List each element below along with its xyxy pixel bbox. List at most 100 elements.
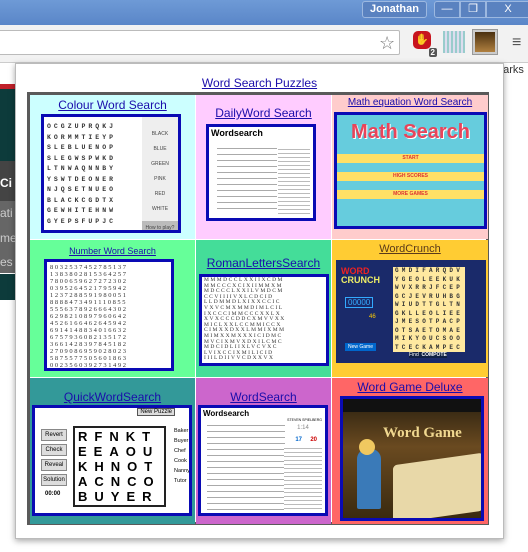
puzzle-link[interactable]: RomanLettersSearch (196, 256, 331, 270)
grid-row: GKLLEOLIEE (395, 309, 464, 317)
word-list-item: BLACK (151, 131, 169, 137)
puzzle-cell: Word Game Deluxe Word Game (332, 378, 488, 524)
grid-row: BUYER (78, 489, 159, 504)
grid-row: 6298210897960642 (50, 313, 128, 320)
grid-row: 2709086959028023 (50, 348, 128, 355)
puzzle-link[interactable]: DailyWord Search (196, 106, 331, 120)
grid-row: MIKYOUCSOO (395, 335, 464, 342)
puzzle-cell: QuickWordSearch New Puzzle Revert Check Re… (30, 378, 195, 524)
puzzle-link[interactable]: WordCrunch (332, 243, 488, 255)
wordcrunch-logo: CRUNCH (341, 275, 380, 285)
puzzle-thumbnail[interactable]: Word Game (340, 396, 484, 521)
grid-row: WIUDTTGLTN (395, 301, 464, 308)
grid-row: IIILDIIVVCDXXVX (204, 355, 275, 362)
solution-button[interactable]: Solution (41, 474, 67, 486)
word-list-item: RED (154, 191, 166, 197)
grid-row: 3661428397845182 (50, 341, 128, 348)
points-display: 46 (369, 314, 376, 320)
grid-row: GMDIFARQDV (395, 267, 464, 274)
word-list-item: GREEN (151, 161, 169, 167)
letter-grid[interactable]: GMDIFARQDV YGEOLEEKUK WVXRRJFCEP GCJEVRUHBG… (393, 267, 466, 352)
grid-row: WVXRRJFCEP (395, 284, 464, 291)
puzzle-cell: WordCrunch WORD CRUNCH 00000 46 New Game… (332, 240, 488, 377)
restore-button[interactable]: ❐ (460, 1, 486, 18)
word-list-item: PINK (154, 176, 166, 182)
grid-row: 8032537452785137 (50, 264, 128, 271)
grid-row: EEAOU (78, 444, 160, 459)
puzzle-link[interactable]: Math equation Word Search (332, 97, 488, 108)
thumb-heading: Wordsearch (211, 128, 263, 138)
reveal-button[interactable]: Reveal (41, 459, 67, 471)
grid-row: YGEOLEEKUK (395, 275, 464, 283)
address-bar[interactable]: ☆ (0, 30, 400, 55)
find-label: Find (409, 352, 419, 358)
left-count: 20 (310, 437, 317, 443)
puzzle-link[interactable]: QuickWordSearch (30, 390, 195, 404)
puzzle-thumbnail[interactable]: MMMDCCLXXIIXCDM MMCCCXCIXIIMMXM MDCCCLXXIL… (199, 274, 329, 366)
page-bg-header (0, 89, 15, 161)
new-game-button[interactable]: New Game (345, 343, 377, 351)
word-puzzles-extension-icon[interactable] (472, 29, 498, 55)
puzzle-thumbnail[interactable]: Wordsearch (206, 124, 316, 221)
page-bg-footer (0, 274, 15, 300)
grid-row: RFNKT (78, 429, 158, 444)
word-list-item: Tutor (174, 478, 187, 484)
grid-row: 6914148834016632 (50, 327, 128, 334)
grid-row: GCJEVRUHBG (395, 292, 464, 300)
word-list-item: Nanny (174, 468, 190, 474)
puzzle-cell: Colour Word Search OCGZUPRQKJ KORMMTIEYP S… (30, 95, 195, 239)
bookmark-star-icon[interactable]: ☆ (379, 33, 395, 54)
grid-row: ACNCO (78, 474, 161, 489)
start-menu[interactable]: START (337, 154, 484, 163)
puzzle-thumbnail[interactable]: Math Search START HIGH SCORES MORE GAMES (334, 112, 487, 229)
puzzle-link[interactable]: Number Word Search (30, 246, 195, 256)
close-button[interactable]: X (486, 1, 528, 18)
puzzle-thumbnail[interactable]: Wordsearch STEVEN SPIELBERG 1:14 17 20 (198, 405, 328, 516)
minimize-button[interactable]: — (434, 1, 460, 18)
math-search-logo: Math Search (351, 121, 470, 143)
new-puzzle-button[interactable]: New Puzzle (137, 408, 175, 416)
puzzle-grid: Colour Word Search OCGZUPRQKJ KORMMTIEYP S… (27, 92, 489, 525)
letter-grid[interactable]: MMMDCCLXXIIXCDM MMCCCXCIXIIMMXM MDCCCLXXIL… (202, 277, 326, 363)
popup-title-link[interactable]: Word Search Puzzles (16, 76, 503, 90)
puzzle-thumbnail[interactable]: OCGZUPRQKJ KORMMTIEYP SLEBLUENOP SLEGWSPWKD… (41, 114, 181, 233)
score-display: 00000 (345, 297, 374, 308)
grid-row: 5875577505601863 (50, 355, 128, 362)
puzzle-link[interactable]: WordSearch (196, 390, 331, 404)
check-button[interactable]: Check (41, 444, 67, 456)
browser-toolbar: ☆ ✋ 2 ≡ (0, 25, 528, 63)
revert-button[interactable]: Revert (41, 429, 67, 441)
menu-icon[interactable]: ≡ (512, 35, 524, 51)
puzzle-thumbnail[interactable]: WORD CRUNCH 00000 46 New Game GMDIFARQDV… (336, 260, 486, 363)
grid-row: OTSAETOMAE (395, 326, 464, 334)
puzzle-thumbnail[interactable]: New Puzzle Revert Check Reveal Solution 00:… (32, 405, 192, 516)
puzzle-link[interactable]: Word Game Deluxe (332, 380, 488, 394)
high-scores-menu[interactable]: HIGH SCORES (337, 172, 484, 181)
grid-row: 5556378926664302 (50, 306, 128, 313)
grid-row: 1237288591980051 (50, 292, 128, 299)
adblock-icon[interactable]: ✋ 2 (413, 31, 437, 57)
word-list-item: Baker (174, 428, 189, 434)
grid-row: 0395264521795942 (50, 285, 128, 292)
word-list-item: Chef (174, 448, 186, 454)
more-games-menu[interactable]: MORE GAMES (337, 190, 484, 199)
letter-grid[interactable]: 8032537452785137 1383802815364257 78006596… (47, 262, 171, 368)
grid-row: JMESOTPACP (395, 318, 464, 325)
grid-row: 8888473491110855 (50, 299, 128, 306)
word-list-item: WHITE (151, 206, 169, 212)
puzzle-cell: RomanLettersSearch MMMDCCLXXIIXCDM MMCCCX… (196, 240, 331, 377)
page-bg-text: Ci (0, 161, 15, 201)
extension-popup: Word Search Puzzles Colour Word Search O… (15, 63, 504, 539)
word-game-logo: Word Game (383, 425, 462, 441)
puzzle-cell: DailyWord Search Wordsearch (196, 95, 331, 239)
puzzle-thumbnail[interactable]: 8032537452785137 1383802815364257 78006596… (44, 259, 174, 371)
wordsearch-extension-icon[interactable] (443, 31, 465, 53)
letter-grid[interactable]: RFNKT EEAOU KHNOT ACNCO BUYER (73, 426, 166, 507)
profile-button[interactable]: Jonathan (362, 1, 427, 18)
word-list-item: BLUE (153, 146, 167, 152)
grid-row: TCECKAMPEC (395, 343, 464, 351)
puzzle-link[interactable]: Colour Word Search (30, 98, 195, 112)
found-count: 17 (295, 437, 302, 443)
time-display: 1:14 (297, 425, 309, 431)
grid-row: 1383802815364257 (50, 271, 128, 278)
